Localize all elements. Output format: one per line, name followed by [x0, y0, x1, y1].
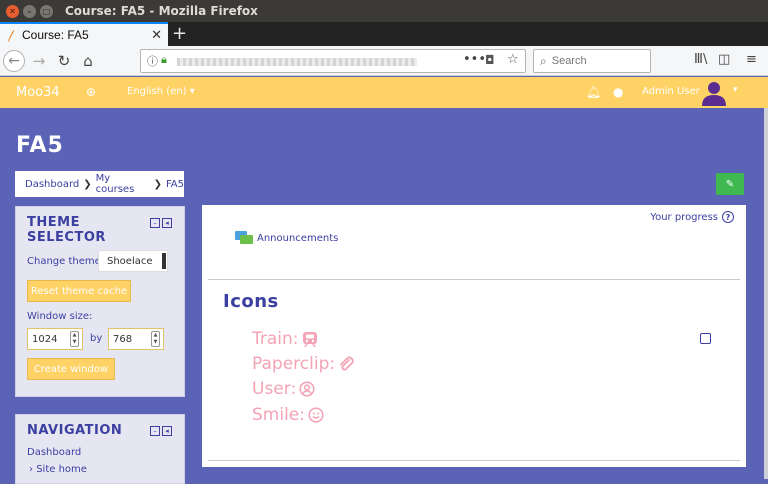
- breadcrumb-my-courses[interactable]: My courses: [96, 173, 150, 195]
- icon-item-user: User:: [252, 379, 315, 399]
- reset-theme-cache-button[interactable]: Reset theme cache: [27, 280, 131, 302]
- globe-icon[interactable]: ⊕: [86, 85, 96, 99]
- edit-icon: ✎: [725, 178, 735, 190]
- breadcrumb-course[interactable]: FA5: [166, 179, 184, 190]
- help-icon[interactable]: ?: [722, 211, 734, 223]
- collapse-icon[interactable]: –: [150, 218, 160, 228]
- window-size-label: Window size:: [27, 311, 93, 322]
- width-spinner-icon[interactable]: ▲ ▼: [70, 331, 79, 347]
- moodle-navbar: Moo34 ⊕ English (en) ▾ 🔔︎ ● Admin User ▾: [0, 77, 768, 108]
- notification-bell-icon[interactable]: 🔔︎: [586, 85, 601, 99]
- browser-tab[interactable]: 〳 Course: FA5 ✕: [0, 22, 168, 46]
- chevron-right-icon: ❯: [83, 178, 92, 190]
- chevron-right-icon: ›: [29, 464, 33, 475]
- icon-item-label: Train:: [252, 329, 299, 349]
- train-icon: [302, 332, 317, 347]
- moodle-favicon-icon: 〳: [6, 28, 19, 43]
- site-brand[interactable]: Moo34: [16, 85, 60, 100]
- icon-item-label: Smile:: [252, 405, 305, 425]
- pocket-icon[interactable]: ◘: [485, 53, 495, 67]
- page-title: FA5: [16, 133, 64, 158]
- theme-select-value: Shoelace: [107, 256, 153, 267]
- icon-item-label: User:: [252, 379, 297, 399]
- divider: [208, 460, 740, 461]
- navigation-block: NAVIGATION – ◂ Dashboard › Site home: [15, 414, 185, 484]
- collapse-icon[interactable]: –: [150, 426, 160, 436]
- info-icon[interactable]: ⓘ: [147, 53, 158, 69]
- window-title: Course: FA5 - Mozilla Firefox: [65, 4, 258, 18]
- forward-icon[interactable]: →: [28, 50, 50, 72]
- dropdown-arrow-icon: [162, 253, 166, 269]
- messages-icon[interactable]: ●: [613, 85, 623, 99]
- edit-settings-button[interactable]: ✎: [716, 173, 744, 195]
- create-window-button[interactable]: Create window: [27, 358, 115, 380]
- window-width-value: 1024: [32, 334, 58, 345]
- completion-checkbox[interactable]: [700, 333, 711, 344]
- paperclip-icon: [340, 356, 354, 371]
- theme-select[interactable]: Shoelace: [98, 250, 168, 272]
- new-tab-icon[interactable]: +: [172, 23, 187, 44]
- height-spinner-icon[interactable]: ▲ ▼: [151, 331, 160, 347]
- progress-label: Your progress: [650, 211, 718, 223]
- icon-item-train: Train:: [252, 329, 318, 349]
- window-maximize-icon[interactable]: □: [40, 4, 53, 18]
- block-controls: – ◂: [150, 426, 172, 436]
- page-actions-icon[interactable]: •••: [463, 52, 486, 67]
- window-height-value: 768: [113, 334, 133, 345]
- redacted-url: [177, 58, 417, 66]
- announcements-label: Announcements: [257, 233, 339, 244]
- menu-icon[interactable]: ≡: [746, 52, 757, 67]
- window-width-field[interactable]: 1024 ▲ ▼: [27, 328, 83, 350]
- theme-selector-block: THEME SELECTOR – ◂ Change theme: Shoelac…: [15, 206, 185, 397]
- theme-selector-title: THEME SELECTOR: [27, 215, 106, 245]
- nav-item-dashboard[interactable]: Dashboard: [27, 447, 81, 458]
- section-title: Icons: [223, 291, 279, 312]
- tab-title: Course: FA5: [22, 28, 89, 42]
- window-height-field[interactable]: 768 ▲ ▼: [108, 328, 164, 350]
- icon-item-label: Paperclip:: [252, 354, 336, 374]
- window-close-icon[interactable]: ✕: [6, 4, 19, 18]
- user-circle-icon: [299, 381, 315, 397]
- search-placeholder: Search: [551, 55, 587, 67]
- search-icon: ⌕: [540, 53, 547, 68]
- user-name[interactable]: Admin User: [642, 86, 700, 97]
- nav-item-site-home-label: Site home: [36, 464, 87, 475]
- icon-item-paperclip: Paperclip:: [252, 354, 354, 374]
- user-menu-caret-icon[interactable]: ▾: [733, 85, 738, 95]
- home-icon[interactable]: ⌂: [77, 50, 99, 72]
- sidebar-icon[interactable]: ◫: [718, 52, 730, 67]
- library-icon[interactable]: Ⅲ\: [694, 52, 707, 67]
- forum-icon: [235, 231, 253, 244]
- smile-icon: [308, 407, 324, 423]
- dock-icon[interactable]: ◂: [162, 426, 172, 436]
- dock-icon[interactable]: ◂: [162, 218, 172, 228]
- by-label: by: [90, 333, 103, 344]
- divider: [208, 279, 740, 280]
- window-minimize-icon[interactable]: –: [23, 4, 36, 18]
- navigation-title: NAVIGATION: [27, 423, 123, 438]
- search-input[interactable]: ⌕ Search: [533, 49, 651, 73]
- chevron-right-icon: ❯: [153, 178, 162, 190]
- tab-close-icon[interactable]: ✕: [151, 27, 162, 43]
- window-titlebar: ✕ – □ Course: FA5 - Mozilla Firefox: [0, 0, 768, 22]
- lock-icon: 🔒︎: [161, 53, 167, 66]
- breadcrumb-dashboard[interactable]: Dashboard: [25, 179, 79, 190]
- your-progress: Your progress ?: [650, 211, 734, 223]
- url-bar[interactable]: ⓘ 🔒︎ ••• ◘ ☆: [140, 49, 526, 73]
- nav-item-site-home[interactable]: › Site home: [29, 464, 87, 475]
- bookmark-star-icon[interactable]: ☆: [507, 52, 519, 67]
- tab-bar: 〳 Course: FA5 ✕ +: [0, 22, 768, 46]
- icon-item-smile: Smile:: [252, 405, 324, 425]
- announcements-link[interactable]: Announcements: [235, 231, 338, 246]
- block-controls: – ◂: [150, 218, 172, 228]
- reload-icon[interactable]: ↻: [53, 50, 75, 72]
- change-theme-label: Change theme:: [27, 256, 105, 267]
- back-icon[interactable]: ←: [3, 50, 25, 72]
- page-scrollbar[interactable]: [764, 108, 768, 479]
- language-menu[interactable]: English (en) ▾: [127, 86, 195, 97]
- breadcrumb: Dashboard ❯ My courses ❯ FA5: [15, 171, 184, 197]
- course-content: Your progress ? Announcements Icons Trai…: [202, 205, 746, 467]
- user-avatar-icon[interactable]: [701, 80, 727, 106]
